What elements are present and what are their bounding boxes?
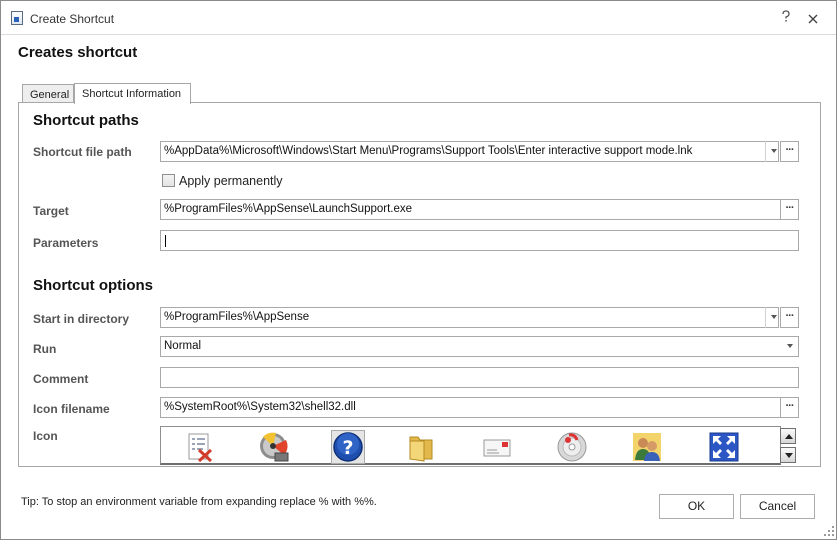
scroll-down-icon[interactable] xyxy=(780,447,796,463)
run-dropdown-icon[interactable] xyxy=(782,336,799,357)
disc-drive-icon[interactable] xyxy=(258,431,290,463)
run-label: Run xyxy=(33,342,57,356)
window-title: Create Shortcut xyxy=(30,12,115,26)
text-caret xyxy=(165,235,166,247)
icon-picker: ? xyxy=(160,426,781,465)
run-select[interactable]: Normal xyxy=(160,336,799,357)
section-shortcut-options: Shortcut options xyxy=(33,277,153,294)
apply-permanently-label[interactable]: Apply permanently xyxy=(179,174,283,188)
help-question-icon[interactable]: ? xyxy=(331,430,365,464)
svg-text:?: ? xyxy=(342,437,353,459)
shortcut-file-path-input[interactable]: %AppData%\Microsoft\Windows\Start Menu\P… xyxy=(160,141,779,162)
target-label: Target xyxy=(33,204,69,218)
comment-label: Comment xyxy=(33,372,89,386)
apply-permanently-checkbox[interactable] xyxy=(162,174,175,187)
title-bar: Create Shortcut xyxy=(1,1,836,35)
ok-button[interactable]: OK xyxy=(659,494,734,519)
parameters-input[interactable] xyxy=(160,230,799,251)
resize-grip-icon[interactable] xyxy=(823,525,835,537)
tab-shortcut-information[interactable]: Shortcut Information xyxy=(74,83,191,104)
parameters-label: Parameters xyxy=(33,236,99,250)
icon-filename-label: Icon filename xyxy=(33,402,110,416)
create-shortcut-window: Create Shortcut Creates shortcut General… xyxy=(0,0,837,540)
dialog-heading: Creates shortcut xyxy=(18,44,138,61)
icon-filename-browse-button[interactable]: ··· xyxy=(780,397,799,418)
close-icon[interactable] xyxy=(804,10,822,28)
shortcut-file-path-label: Shortcut file path xyxy=(33,145,132,159)
tab-general[interactable]: General xyxy=(22,84,74,103)
checklist-delete-icon[interactable] xyxy=(184,431,216,463)
help-icon[interactable] xyxy=(777,10,795,28)
icon-filename-input[interactable]: %SystemRoot%\System32\shell32.dll xyxy=(160,397,781,418)
users-icon[interactable] xyxy=(631,431,663,463)
target-browse-button[interactable]: ··· xyxy=(780,199,799,220)
folder-icon[interactable] xyxy=(406,431,438,463)
start-in-directory-browse-button[interactable]: ··· xyxy=(780,307,799,328)
mail-envelope-icon[interactable] xyxy=(481,431,513,463)
icon-picker-scrollbar[interactable] xyxy=(780,427,798,464)
shortcut-app-icon xyxy=(11,11,23,25)
comment-input[interactable] xyxy=(160,367,799,388)
fullscreen-arrows-icon[interactable] xyxy=(708,431,740,463)
tip-text: Tip: To stop an environment variable fro… xyxy=(21,496,377,508)
cancel-button[interactable]: Cancel xyxy=(740,494,815,519)
cd-music-icon[interactable] xyxy=(556,431,588,463)
section-shortcut-paths: Shortcut paths xyxy=(33,112,139,129)
start-in-directory-label: Start in directory xyxy=(33,312,130,326)
target-input[interactable]: %ProgramFiles%\AppSense\LaunchSupport.ex… xyxy=(160,199,781,220)
scroll-up-icon[interactable] xyxy=(780,428,796,444)
shortcut-file-path-browse-button[interactable]: ··· xyxy=(780,141,799,162)
start-in-directory-input[interactable]: %ProgramFiles%\AppSense xyxy=(160,307,779,328)
icon-label: Icon xyxy=(33,429,58,443)
